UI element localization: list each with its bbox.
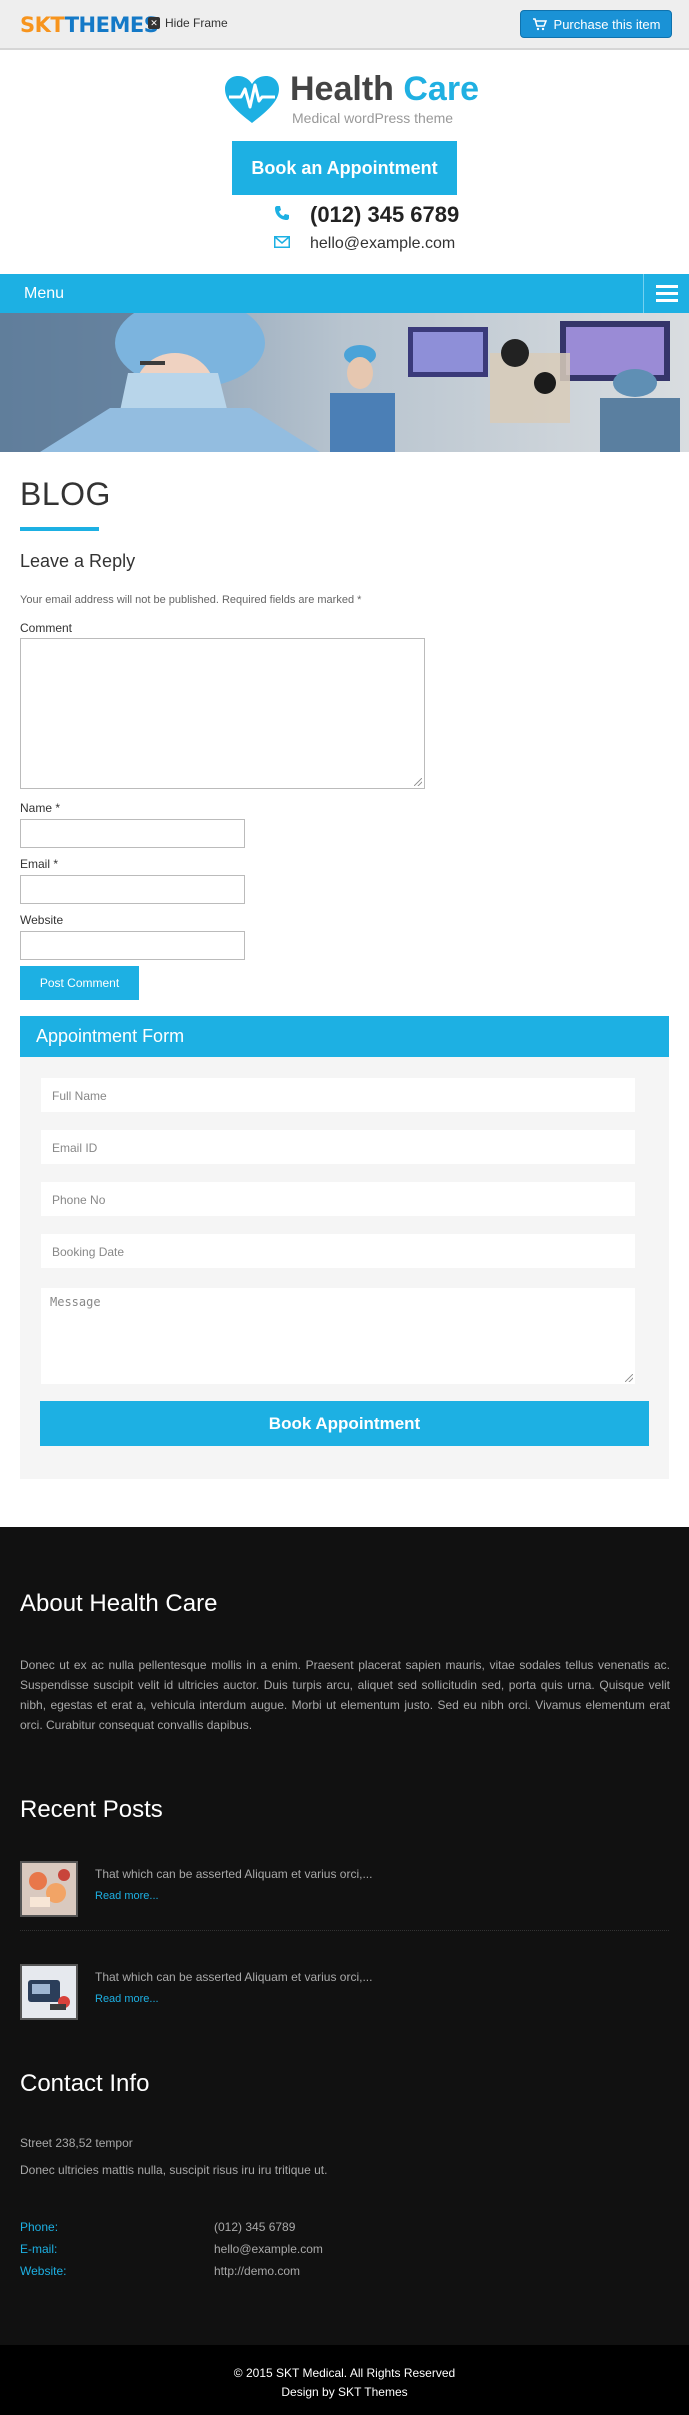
contact-address: Street 238,52 tempor: [20, 2136, 133, 2150]
comment-textarea[interactable]: [20, 638, 425, 789]
read-more-link[interactable]: Read more...: [95, 1993, 159, 2005]
appointment-form-header: Appointment Form: [20, 1016, 669, 1057]
post-title[interactable]: That which can be asserted Aliquam et va…: [95, 1867, 372, 1881]
book-appointment-button[interactable]: Book an Appointment: [232, 141, 457, 195]
design-credit[interactable]: Design by SKT Themes: [0, 2385, 689, 2399]
close-icon: ✕: [148, 17, 160, 29]
page-title: BLOG: [20, 476, 111, 512]
about-text: Donec ut ex ac nulla pellentesque mollis…: [20, 1658, 670, 1732]
resize-grip-icon[interactable]: [625, 1374, 633, 1382]
header-email-address[interactable]: hello@example.com: [310, 235, 455, 253]
recent-post-item: That which can be asserted Aliquam et va…: [20, 1964, 670, 2034]
cart-icon: [532, 17, 547, 30]
phone-value: (012) 345 6789: [214, 2220, 296, 2234]
main-nav-bar: Menu: [0, 274, 689, 313]
about-heading: About Health Care: [20, 1590, 218, 1617]
email-key: E-mail:: [20, 2242, 58, 2256]
hide-frame-link[interactable]: ✕ Hide Frame: [148, 16, 228, 30]
purchase-button[interactable]: Purchase this item: [520, 10, 672, 38]
resize-grip-icon[interactable]: [414, 778, 422, 786]
post-thumbnail[interactable]: [20, 1964, 78, 2020]
hide-frame-label: Hide Frame: [165, 16, 228, 30]
name-label: Name *: [20, 801, 61, 815]
phone-icon: [274, 205, 310, 226]
demo-frame-bar: SKTTHEMES ✕ Hide Frame Purchase this ite…: [0, 0, 689, 50]
message-textarea[interactable]: Message: [41, 1288, 635, 1384]
site-logo[interactable]: Health Care Medical wordPress theme: [224, 70, 479, 130]
contact-text: Donec ultricies mattis nulla, suscipit r…: [20, 2163, 328, 2177]
site-footer: About Health Care Donec ut ex ac nulla p…: [0, 1527, 689, 2345]
post-thumbnail[interactable]: [20, 1861, 78, 1917]
phone-key: Phone:: [20, 2220, 59, 2234]
email-id-input[interactable]: Email ID: [41, 1130, 635, 1164]
appointment-form: Appointment Form Full Name Email ID Phon…: [20, 1016, 669, 1479]
post-title[interactable]: That which can be asserted Aliquam et va…: [95, 1970, 372, 1984]
email-label: Email *: [20, 857, 59, 871]
menu-label[interactable]: Menu: [24, 285, 64, 303]
website-value[interactable]: http://demo.com: [214, 2264, 300, 2278]
reply-heading: Leave a Reply: [20, 551, 136, 571]
post-divider: [20, 1930, 669, 1931]
name-field[interactable]: [20, 819, 245, 848]
website-label: Website: [20, 913, 64, 927]
comment-notes: Your email address will not be published…: [20, 594, 362, 606]
header-email: hello@example.com: [274, 235, 455, 253]
heart-pulse-icon: [225, 76, 279, 123]
book-appointment-submit[interactable]: Book Appointment: [40, 1401, 649, 1446]
logo-skt-text: SKT: [20, 13, 65, 37]
skt-themes-logo[interactable]: SKTTHEMES: [20, 13, 159, 37]
recent-post-item: That which can be asserted Aliquam et va…: [20, 1861, 670, 1931]
logo-themes-text: THEMES: [64, 13, 159, 37]
contact-info-heading: Contact Info: [20, 2070, 150, 2097]
booking-date-input[interactable]: Booking Date: [41, 1234, 635, 1268]
envelope-icon: [274, 235, 310, 253]
hero-banner-image: [0, 313, 689, 452]
site-tagline: Medical wordPress theme: [292, 110, 454, 126]
copyright-bar: © 2015 SKT Medical. All Rights Reserved …: [0, 2345, 689, 2415]
header-phone: (012) 345 6789: [274, 202, 459, 228]
hamburger-menu-icon[interactable]: [643, 274, 689, 313]
comment-label: Comment: [20, 621, 73, 635]
email-value[interactable]: hello@example.com: [214, 2242, 323, 2256]
title-underline: [20, 527, 99, 531]
appointment-form-title: Appointment Form: [36, 1026, 185, 1046]
brand-name: Health Care: [290, 70, 479, 109]
copyright-text: © 2015 SKT Medical. All Rights Reserved: [233, 2366, 456, 2380]
brand-accent-text: Care: [403, 70, 479, 108]
email-field[interactable]: [20, 875, 245, 904]
header-phone-number: (012) 345 6789: [310, 202, 460, 227]
purchase-label: Purchase this item: [553, 16, 661, 32]
message-placeholder: Message: [50, 1295, 101, 1309]
post-comment-button[interactable]: Post Comment: [20, 966, 139, 1000]
recent-posts-heading: Recent Posts: [20, 1796, 163, 1823]
website-key: Website:: [20, 2264, 67, 2278]
brand-main-text: Health: [290, 70, 394, 108]
website-field[interactable]: [20, 931, 245, 960]
phone-no-input[interactable]: Phone No: [41, 1182, 635, 1216]
read-more-link[interactable]: Read more...: [95, 1890, 159, 1902]
full-name-input[interactable]: Full Name: [41, 1078, 635, 1112]
